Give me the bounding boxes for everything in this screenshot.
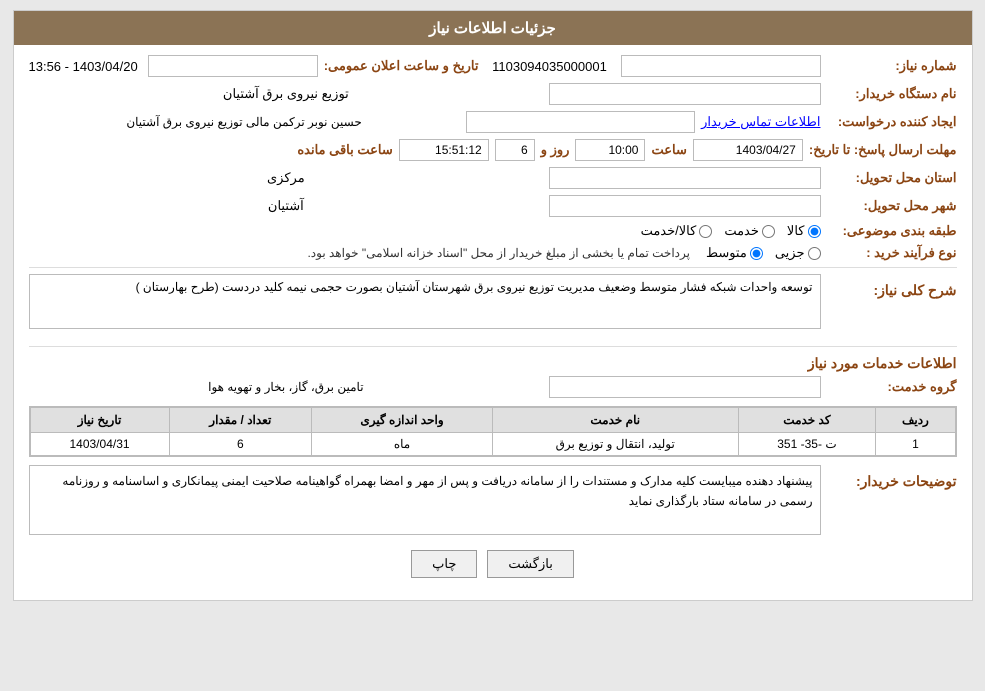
page-title: جزئیات اطلاعات نیاز [429,20,556,37]
category-khedmat-text: خدمت [724,223,759,239]
city-label: شهر محل تحویل: [827,198,957,214]
cell-qty: 6 [169,433,312,456]
service-group-label: گروه خدمت: [827,379,957,395]
print-button[interactable]: چاپ [411,550,477,578]
divider-1 [29,267,957,268]
service-group-row: گروه خدمت: تامین برق، گاز، بخار و تهویه … [29,376,957,398]
col-name: نام خدمت [492,408,738,433]
cell-date: 1403/04/31 [30,433,169,456]
city-value: آشتیان [29,198,544,214]
button-row: بازگشت چاپ [29,550,957,578]
service-group-value: تامین برق، گاز، بخار و تهویه هوا [29,380,544,394]
cell-radif: 1 [876,433,955,456]
description-row: شرح کلی نیاز: توسعه واحدات شبکه فشار متو… [29,274,957,340]
creator-input[interactable] [466,111,696,133]
creator-row: ایجاد کننده درخواست: اطلاعات تماس خریدار… [29,111,957,133]
deadline-time-label: ساعت [651,142,686,158]
deadline-remaining-input[interactable] [399,139,489,161]
table-header-row: ردیف کد خدمت نام خدمت واحد اندازه گیری ت… [30,408,955,433]
process-radio-motavasset[interactable] [750,247,763,260]
process-radio-group: جزیی متوسط [706,245,821,261]
col-qty: تعداد / مقدار [169,408,312,433]
category-row: طبقه بندی موضوعی: کالا خدمت کالا/خدمت [29,223,957,239]
back-button[interactable]: بازگشت [487,550,573,578]
process-radio-motavasset-label[interactable]: متوسط [706,245,763,261]
content-area: شماره نیاز: 1103094035000001 تاریخ و ساع… [14,45,972,600]
deadline-remaining-label: ساعت باقی مانده [297,142,392,158]
services-table-container: ردیف کد خدمت نام خدمت واحد اندازه گیری ت… [29,406,957,457]
request-number-value: 1103094035000001 [484,59,614,74]
description-textarea[interactable] [29,274,821,329]
divider-2 [29,346,957,347]
buyer-org-input[interactable] [549,83,820,105]
process-motavasset-text: متوسط [706,245,747,261]
category-radio-khedmat[interactable] [762,225,775,238]
deadline-label: مهلت ارسال پاسخ: تا تاریخ: [809,142,957,158]
service-group-input[interactable] [549,376,820,398]
col-unit: واحد اندازه گیری [312,408,493,433]
table-row: 1 ت -35- 351 تولید، انتقال و توزیع برق م… [30,433,955,456]
page-container: جزئیات اطلاعات نیاز شماره نیاز: 11030940… [13,10,973,601]
category-label: طبقه بندی موضوعی: [827,223,957,239]
process-radio-jozi[interactable] [808,247,821,260]
deadline-day-label: روز و [541,142,570,158]
city-input[interactable] [549,195,820,217]
col-code: کد خدمت [738,408,876,433]
category-radio-kala-label[interactable]: کالا [787,223,821,239]
process-radio-jozi-label[interactable]: جزیی [775,245,821,261]
deadline-time-input[interactable] [575,139,645,161]
cell-unit: ماه [312,433,493,456]
cell-name: تولید، انتقال و توزیع برق [492,433,738,456]
buyer-notes-row: توضیحات خریدار: پیشنهاد دهنده میبایست کل… [29,465,957,538]
province-label: استان محل تحویل: [827,170,957,186]
process-row: نوع فرآیند خرید : جزیی متوسط پرداخت تمام… [29,245,957,261]
col-radif: ردیف [876,408,955,433]
category-kala-khedmat-text: کالا/خدمت [641,223,697,239]
province-value: مرکزی [29,170,544,186]
deadline-days-input[interactable] [495,139,535,161]
category-radio-kala[interactable] [808,225,821,238]
process-jozi-text: جزیی [775,245,805,261]
category-radio-group: کالا خدمت کالا/خدمت [641,223,821,239]
buyer-notes-label: توضیحات خریدار: [827,473,957,490]
services-section-title: اطلاعات خدمات مورد نیاز [29,355,957,372]
col-date: تاریخ نیاز [30,408,169,433]
deadline-date-input[interactable] [693,139,803,161]
category-radio-khedmat-label[interactable]: خدمت [724,223,775,239]
description-wrapper: توسعه واحدات شبکه فشار متوسط وضعیف مدیری… [29,274,821,340]
buyer-org-value: توزیع نیروی برق آشتیان [29,86,544,102]
request-number-label: شماره نیاز: [827,58,957,74]
announce-date-value: 1403/04/20 - 13:56 [29,59,138,74]
province-row: استان محل تحویل: مرکزی [29,167,957,189]
buyer-org-label: نام دستگاه خریدار: [827,86,957,102]
services-table: ردیف کد خدمت نام خدمت واحد اندازه گیری ت… [30,407,956,456]
category-radio-kala-khedmat[interactable] [699,225,712,238]
request-number-row: شماره نیاز: 1103094035000001 تاریخ و ساع… [29,55,957,77]
buyer-notes-textarea[interactable] [29,465,821,535]
process-label: نوع فرآیند خرید : [827,245,957,261]
buyer-notes-wrapper: پیشنهاد دهنده میبایست کلیه مدارک و مستند… [29,465,821,538]
creator-link[interactable]: اطلاعات تماس خریدار [701,114,820,130]
category-kala-text: کالا [787,223,805,239]
deadline-row: مهلت ارسال پاسخ: تا تاریخ: ساعت روز و سا… [29,139,957,161]
buyer-org-row: نام دستگاه خریدار: توزیع نیروی برق آشتیا… [29,83,957,105]
category-radio-kala-khedmat-label[interactable]: کالا/خدمت [641,223,713,239]
announce-date-label: تاریخ و ساعت اعلان عمومی: [324,58,479,74]
creator-label: ایجاد کننده درخواست: [827,114,957,130]
creator-value: حسین نوبر ترکمن مالی توزیع نیروی برق آشت… [29,115,460,129]
request-number-input[interactable] [621,55,821,77]
description-label: شرح کلی نیاز: [827,282,957,299]
city-row: شهر محل تحویل: آشتیان [29,195,957,217]
announce-date-input[interactable] [148,55,318,77]
page-header: جزئیات اطلاعات نیاز [14,11,972,45]
cell-code: ت -35- 351 [738,433,876,456]
process-note: پرداخت تمام یا بخشی از مبلغ خریدار از مح… [307,246,690,260]
province-input[interactable] [549,167,820,189]
